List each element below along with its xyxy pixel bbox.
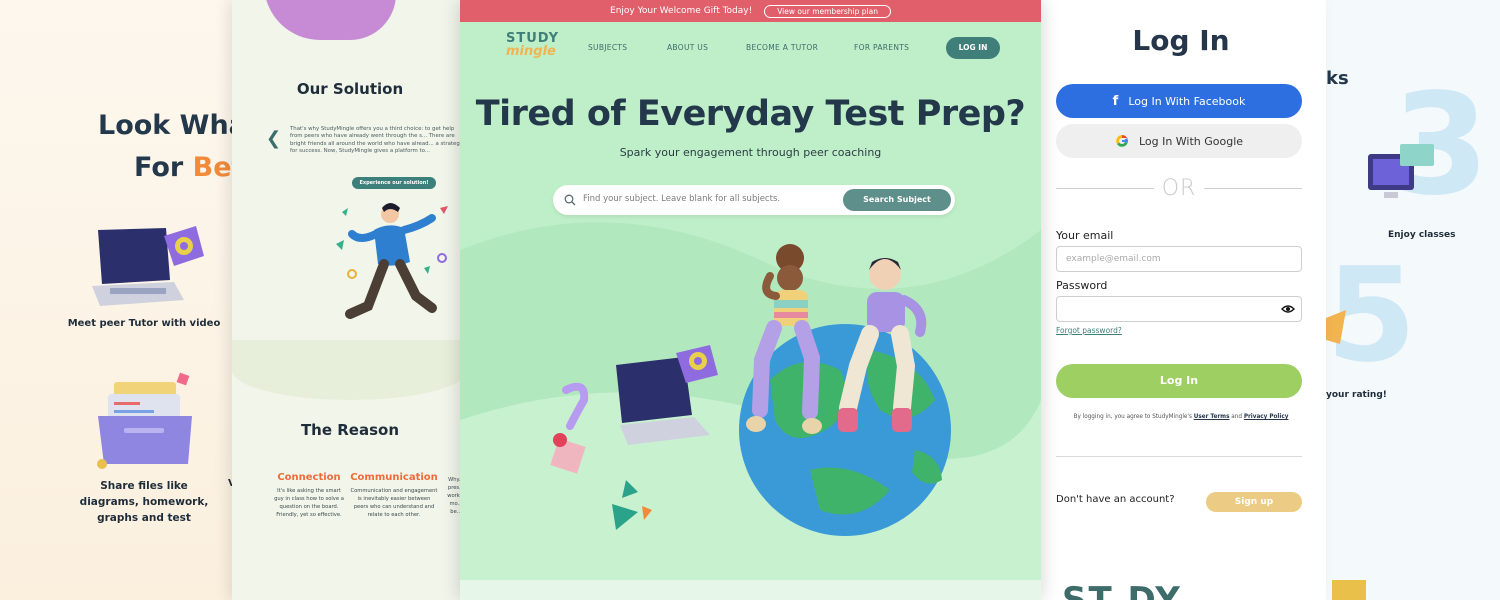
divider-line (1204, 188, 1303, 189)
privacy-policy-link[interactable]: Privacy Policy (1244, 414, 1289, 420)
nav-subjects[interactable]: SUBJECTS (588, 43, 627, 52)
features-heading-line2: For Bet (134, 152, 244, 183)
facebook-login-label: Log In With Facebook (1128, 94, 1246, 108)
steps-page-panel: 3 5 ks Enjoy classes your rating! (1326, 0, 1500, 600)
footer-logo: ST DY (1062, 580, 1182, 600)
running-student-illustration (336, 203, 448, 319)
forgot-password-link[interactable]: Forgot password? (1056, 326, 1122, 335)
file-tray-illustration (97, 372, 192, 469)
reason-column-title: Communication (350, 472, 438, 483)
nav-become-tutor[interactable]: BECOME A TUTOR (746, 43, 818, 52)
promo-banner: Enjoy Your Welcome Gift Today! View our … (460, 0, 1041, 22)
studymingle-logo[interactable]: STUDY mingle (506, 32, 559, 58)
decorative-blob (264, 0, 396, 40)
steps-title-cut: ks (1326, 68, 1349, 89)
login-page-panel: Log In f Log In With Facebook Log In Wit… (1036, 0, 1326, 600)
feature-caption-files: Share files like diagrams, homework, gra… (79, 480, 209, 524)
reason-column-communication: Communication Communication and engageme… (350, 472, 438, 519)
logo-line-mingle: mingle (506, 44, 556, 59)
monitor-illustration (1368, 144, 1434, 198)
membership-plan-button[interactable]: View our membership plan (764, 4, 891, 18)
reason-column-title: Connection (277, 472, 341, 483)
subject-search-bar: Find your subject. Leave blank for all s… (553, 185, 955, 215)
chevron-left-icon[interactable]: ❮ (266, 128, 281, 149)
search-icon (564, 194, 576, 206)
features-heading-line1: Look Wha (98, 110, 247, 141)
search-input[interactable]: Find your subject. Leave blank for all s… (583, 194, 780, 204)
search-subject-button[interactable]: Search Subject (843, 189, 951, 211)
terms-and: and (1229, 414, 1244, 420)
solution-page-panel: Our Solution ❮ That's why StudyMingle of… (232, 0, 468, 600)
terms-text: By logging in, you agree to StudyMingle'… (1036, 414, 1326, 420)
email-label: Your email (1056, 229, 1114, 242)
or-divider: OR (1056, 176, 1303, 201)
banner-text: Enjoy Your Welcome Gift Today! (610, 6, 753, 16)
decorative-block (1332, 580, 1366, 600)
google-login-button[interactable]: Log In With Google (1056, 124, 1302, 158)
user-terms-link[interactable]: User Terms (1194, 414, 1230, 420)
bottom-band (460, 580, 1041, 600)
terms-prefix: By logging in, you agree to StudyMingle'… (1073, 414, 1194, 420)
divider (1056, 456, 1302, 457)
feature-caption-video: Meet peer Tutor with video (67, 318, 221, 329)
features-page-panel: Look Wha For Bet Meet peer Tutor with vi… (0, 0, 247, 600)
nav-for-parents[interactable]: FOR PARENTS (854, 43, 909, 52)
google-login-label: Log In With Google (1138, 134, 1244, 148)
eye-icon[interactable] (1281, 304, 1295, 314)
login-submit-button[interactable]: Log In (1056, 364, 1302, 398)
experience-solution-button[interactable]: Experience our solution! (352, 177, 436, 189)
landing-page-panel: Enjoy Your Welcome Gift Today! View our … (460, 0, 1041, 600)
pencil-illustration (1326, 310, 1346, 344)
password-field[interactable] (1056, 296, 1302, 322)
divider-line (1056, 188, 1154, 189)
step-caption-rating: your rating! (1326, 390, 1387, 400)
password-label: Password (1056, 279, 1108, 292)
nav-login-button[interactable]: LOG IN (946, 37, 1000, 59)
email-field[interactable]: example@email.com (1056, 246, 1302, 272)
hero-title: Tired of Everyday Test Prep? (475, 94, 1026, 134)
solution-paragraph: That's why StudyMingle offers you a thir… (290, 126, 463, 155)
heading-text: For (134, 152, 193, 183)
reason-title: The Reason (300, 421, 400, 439)
signup-button[interactable]: Sign up (1206, 492, 1302, 512)
or-text: OR (1161, 176, 1197, 201)
step-caption-enjoy: Enjoy classes (1388, 230, 1456, 240)
facebook-icon: f (1112, 93, 1119, 109)
facebook-login-button[interactable]: f Log In With Facebook (1056, 84, 1302, 118)
solution-title: Our Solution (296, 80, 404, 98)
reason-column-text: It's like asking the smart guy in class … (274, 488, 344, 518)
login-title: Log In (1132, 24, 1230, 57)
globe-students-illustration (739, 244, 951, 536)
reason-column-connection: Connection It's like asking the smart gu… (272, 472, 346, 519)
floating-shapes-illustration (550, 382, 652, 530)
nav-about-us[interactable]: ABOUT US (667, 43, 708, 52)
reason-column-text: Communication and engagement is inevitab… (350, 488, 438, 518)
hero-subtitle: Spark your engagement through peer coach… (619, 146, 882, 159)
laptop-video-illustration (92, 226, 204, 306)
decorative-wave (232, 340, 468, 400)
google-icon (1116, 135, 1128, 147)
no-account-text: Don't have an account? (1056, 494, 1175, 505)
